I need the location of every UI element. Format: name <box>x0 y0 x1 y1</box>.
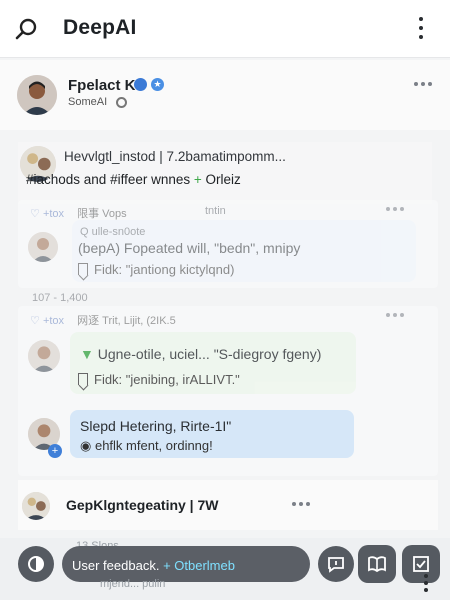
post-title: Hevvlgtl_instod | 7.2bamatimpomm... <box>64 149 286 164</box>
bottom-more-icon[interactable] <box>423 574 429 592</box>
avatar[interactable] <box>17 75 57 115</box>
app-title: DeepAI <box>63 16 137 39</box>
mode-toggle-button[interactable] <box>18 546 54 582</box>
more-options-icon[interactable] <box>418 17 424 39</box>
message-button[interactable] <box>318 546 354 582</box>
bubble-text: (bepA) Fopeated will, "bedn", mnipy <box>78 240 301 256</box>
message-bubble-3[interactable]: Slepd Hetering, Rirte-1I" ◉ ehflk mfent,… <box>70 410 354 458</box>
book-button[interactable] <box>358 545 396 583</box>
bubble2-text: ▼ Ugne-otile, uciel... "S-diegroy fgeny) <box>80 346 321 362</box>
bubble2-sub: Fidk: "jenibing, irALLIVT." <box>78 372 240 387</box>
bubble3-sub: ◉ ehflk mfent, ordinng! <box>80 438 213 454</box>
feedback-plus: + <box>163 558 171 573</box>
thread-more-icon-2[interactable] <box>386 313 404 317</box>
profile-card[interactable]: ★ <box>0 60 450 130</box>
heart-icon[interactable]: ♡ <box>30 208 40 220</box>
meta-text: 限事 Vops <box>77 208 127 220</box>
reply-avatar <box>22 492 50 520</box>
checkbox-icon <box>413 556 429 572</box>
search-icon[interactable] <box>14 16 40 42</box>
feedback-text: User feedback. <box>72 558 160 573</box>
checkbox-button[interactable] <box>402 545 440 583</box>
post-tag[interactable]: Orleiz <box>206 172 241 187</box>
book-icon <box>368 556 386 573</box>
globe-icon: ◉ <box>80 438 92 453</box>
thread-meta-1: ♡ +tox 限事 Vops <box>30 205 127 221</box>
thread-meta-2: ♡ +tox 网逐 Trit, Lijit, (2IK.5 <box>30 312 176 328</box>
bubble2-sub-text: Fidk: "jenibing, irALLIVT." <box>94 372 240 387</box>
post-plus: + <box>193 172 202 187</box>
thread-avatar-1 <box>28 232 58 262</box>
reply-name: GepKlgntegeatiny | 7W <box>66 497 219 513</box>
meta-label: +tox <box>42 208 65 220</box>
message-bubble-1[interactable]: Q ulle-sn0ote (bepA) Fopeated will, "bed… <box>72 220 416 282</box>
feedback-pill[interactable]: User feedback. + Otberlmeb <box>62 546 310 582</box>
message-bubble-2[interactable]: ▼ Ugne-otile, uciel... "S-diegroy fgeny)… <box>70 332 356 394</box>
message-icon <box>328 557 344 573</box>
settings-icon[interactable] <box>116 97 127 108</box>
badge-icon: ★ <box>151 78 164 91</box>
profile-more-icon[interactable] <box>414 82 432 86</box>
add-icon[interactable]: + <box>48 444 62 458</box>
app-screen: DeepAI ★ Fpelact K SomeAI Hevvlgtl_insto… <box>0 0 450 600</box>
heart-icon-2[interactable]: ♡ <box>30 315 40 327</box>
profile-name: Fpelact K <box>68 77 136 94</box>
meta2-text: 网逐 Trit, Lijit, (2IK.5 <box>77 315 176 327</box>
triangle-icon: ▼ <box>80 346 94 362</box>
bubble3-sub-text: ehflk mfent, ordinng! <box>94 438 213 453</box>
bookmark-icon-2[interactable] <box>78 373 88 385</box>
profile-subtitle: SomeAI <box>68 96 108 108</box>
bubble3-text: Slepd Hetering, Rirte-1I" <box>80 418 232 434</box>
feedback-accent: Otberlmeb <box>174 558 235 573</box>
reply-more-icon[interactable] <box>292 502 310 506</box>
bubble-sub-text: Fidk: "jantiong kictylqnd) <box>94 262 235 277</box>
top-bar: DeepAI <box>0 0 450 58</box>
bubble-sub: Fidk: "jantiong kictylqnd) <box>78 262 234 277</box>
bubble2-text-value: Ugne-otile, uciel... "S-diegroy fgeny) <box>97 346 322 362</box>
meta2-label: +tox <box>42 315 65 327</box>
thread-more-icon[interactable] <box>386 207 404 211</box>
post-hashtags: #iachods and #iffeer wnnes + Orleiz <box>26 172 241 187</box>
toggle-icon <box>28 556 44 572</box>
meta-right: tntin <box>205 205 226 217</box>
thread-avatar-2 <box>28 340 60 372</box>
post-hashtag-text: #iachods and #iffeer wnnes <box>26 172 191 187</box>
ghost-text-2: mjend... pulin <box>100 578 166 590</box>
bubble-meta: Q ulle-sn0ote <box>80 226 146 238</box>
bookmark-icon[interactable] <box>78 263 88 275</box>
thread-stats: 107 - 1,400 <box>32 292 88 304</box>
